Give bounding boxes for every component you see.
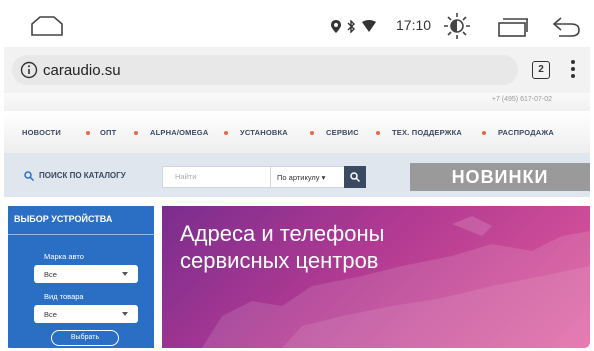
nav-separator xyxy=(224,131,228,135)
product-type-value: Все xyxy=(44,310,57,319)
search-mode-select[interactable]: По артикулу ▾ xyxy=(270,166,346,188)
site-top-strip: +7 (495) 617-07-02 xyxy=(4,93,590,111)
device-selector-title: ВЫБОР УСТРОЙСТВА xyxy=(14,214,113,224)
catalog-search-input[interactable]: Найти xyxy=(162,166,272,188)
chevron-down-icon xyxy=(122,272,128,276)
divider xyxy=(8,234,154,235)
nav-sale[interactable]: РАСПРОДАЖА xyxy=(498,128,554,137)
url-text[interactable]: caraudio.su xyxy=(43,62,121,79)
site-nav: НОВОСТИ ОПТ ALPHA/OMEGA УСТАНОВКА СЕРВИС… xyxy=(4,111,590,154)
nav-separator xyxy=(376,131,380,135)
nav-separator xyxy=(134,131,138,135)
nav-alpha-omega[interactable]: ALPHA/OMEGA xyxy=(150,128,208,137)
status-time: 17:10 xyxy=(396,17,432,33)
banner-line-2: сервисных центров xyxy=(180,248,379,273)
brightness-icon[interactable] xyxy=(443,12,471,40)
recents-icon[interactable] xyxy=(497,17,529,37)
address-bar[interactable]: caraudio.su xyxy=(12,55,518,85)
banner-heading: Адреса и телефоны сервисных центров xyxy=(180,220,384,274)
product-type-label: Вид товара xyxy=(44,292,84,301)
chevron-down-icon xyxy=(122,312,128,316)
status-icons xyxy=(331,16,376,36)
nav-separator xyxy=(310,131,314,135)
tab-switcher-button[interactable]: 2 xyxy=(532,61,550,79)
back-icon[interactable] xyxy=(551,16,581,38)
car-brand-label: Марка авто xyxy=(44,252,84,261)
nav-news[interactable]: НОВОСТИ xyxy=(22,128,61,137)
location-icon xyxy=(331,19,341,33)
bluetooth-icon xyxy=(347,19,355,33)
banner-line-1: Адреса и телефоны xyxy=(180,221,385,246)
car-brand-select[interactable]: Все xyxy=(34,265,138,283)
search-mode-value: По артикулу ▾ xyxy=(277,173,326,182)
home-outline-icon[interactable] xyxy=(30,15,64,37)
nav-support[interactable]: ТЕХ. ПОДДЕРЖКА xyxy=(392,128,462,137)
search-submit-button[interactable] xyxy=(344,166,366,188)
info-icon[interactable] xyxy=(20,61,38,79)
nav-installation[interactable]: УСТАНОВКА xyxy=(240,128,288,137)
nav-separator xyxy=(482,131,486,135)
nav-wholesale[interactable]: ОПТ xyxy=(100,128,116,137)
nav-separator xyxy=(86,131,90,135)
new-arrivals-banner[interactable]: НОВИНКИ xyxy=(410,163,590,191)
service-centers-banner[interactable]: Адреса и телефоны сервисных центров xyxy=(162,206,590,348)
device-screen: 17:10 caraudio.su 2 +7 (495) 617-07-02 Н… xyxy=(4,3,590,348)
catalog-search-label: ПОИСК ПО КАТАЛОГУ xyxy=(39,171,126,180)
catalog-search-row: ПОИСК ПО КАТАЛОГУ Найти По артикулу ▾ НО… xyxy=(4,153,590,197)
search-placeholder: Найти xyxy=(175,172,197,181)
browser-toolbar: caraudio.su 2 xyxy=(4,47,590,93)
select-button[interactable]: Выбрать xyxy=(51,330,119,346)
car-brand-value: Все xyxy=(44,270,57,279)
status-bar: 17:10 xyxy=(4,3,590,47)
site-phone[interactable]: +7 (495) 617-07-02 xyxy=(492,96,552,103)
search-icon xyxy=(24,171,34,181)
overflow-menu-icon[interactable] xyxy=(570,59,576,79)
wifi-icon xyxy=(362,20,376,32)
device-selector-panel: ВЫБОР УСТРОЙСТВА Марка авто Все Вид това… xyxy=(8,206,154,348)
product-type-select[interactable]: Все xyxy=(34,305,138,323)
search-icon xyxy=(350,172,360,182)
nav-service[interactable]: СЕРВИС xyxy=(326,128,359,137)
